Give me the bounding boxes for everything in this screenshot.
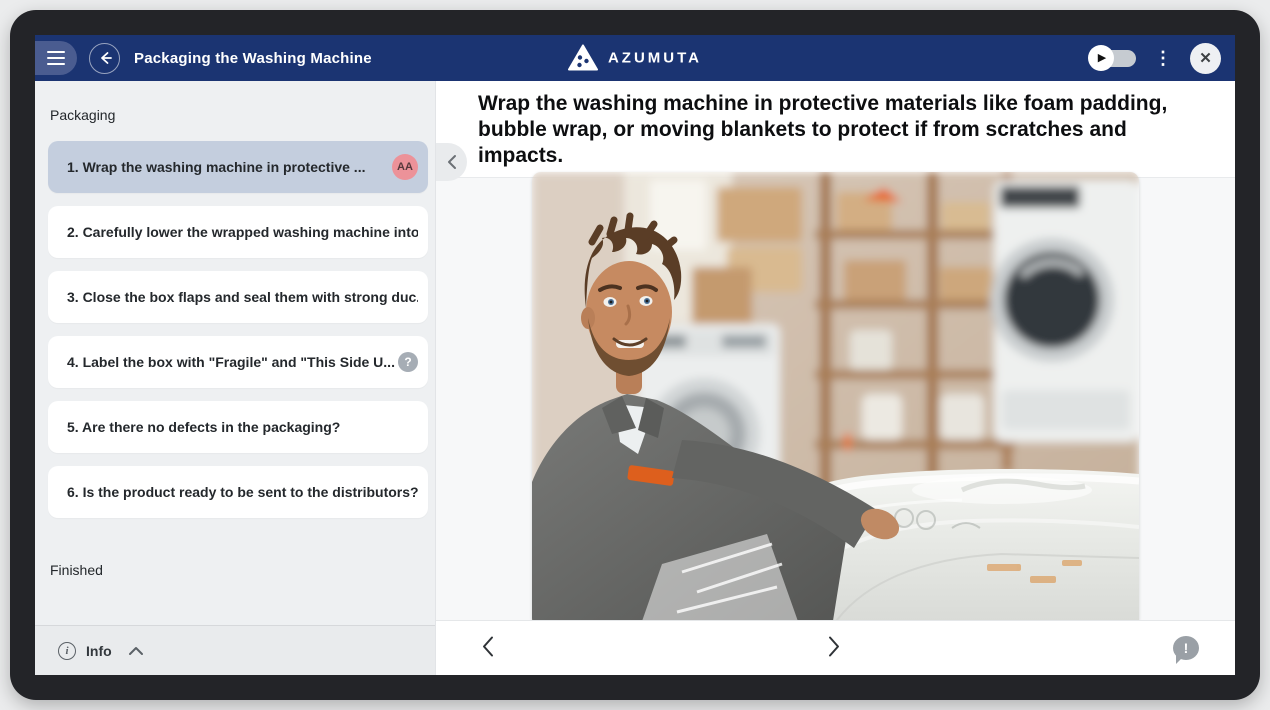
sidebar-item-step-6[interactable]: 6. Is the product ready to be sent to th…	[48, 466, 428, 518]
feedback-button[interactable]: !	[1173, 636, 1199, 660]
step-title-bar: Wrap the washing machine in protective m…	[436, 81, 1235, 178]
kebab-menu-button[interactable]: ⋮	[1152, 45, 1174, 71]
arrow-left-icon	[97, 50, 113, 66]
step-label: 6. Is the product ready to be sent to th…	[67, 484, 418, 500]
info-label: Info	[86, 643, 112, 659]
question-mark-icon: ?	[398, 352, 418, 372]
brand-logo: AZUMUTA	[568, 45, 702, 72]
app-window: Packaging the Washing Machine AZUMUTA ▶ …	[35, 35, 1235, 675]
info-toggle[interactable]: i Info	[35, 625, 435, 675]
section-label-finished: Finished	[35, 531, 435, 578]
step-label: 2. Carefully lower the wrapped washing m…	[67, 224, 418, 240]
chevron-left-icon	[446, 154, 458, 170]
brand-name: AZUMUTA	[608, 50, 702, 67]
close-button[interactable]: ✕	[1190, 43, 1221, 74]
hamburger-menu-button[interactable]	[35, 41, 77, 75]
feedback-bubble-icon: !	[1173, 636, 1199, 660]
play-icon: ▶	[1088, 45, 1114, 71]
sidebar-item-step-2[interactable]: 2. Carefully lower the wrapped washing m…	[48, 206, 428, 258]
azumuta-logo-icon	[568, 45, 598, 72]
chevron-up-icon	[128, 646, 144, 656]
step-nav-bar: !	[436, 620, 1235, 675]
step-label: 5. Are there no defects in the packaging…	[67, 419, 340, 435]
section-label-packaging: Packaging	[35, 81, 435, 141]
page-title: Packaging the Washing Machine	[134, 50, 372, 67]
next-step-button[interactable]	[820, 629, 848, 668]
step-media-area	[436, 178, 1235, 620]
chevron-right-icon	[826, 635, 842, 659]
avatar: AA	[392, 154, 418, 180]
header-actions: ▶ ⋮ ✕	[1088, 43, 1235, 74]
steps-sidebar: Packaging 1. Wrap the washing machine in…	[35, 81, 436, 675]
sidebar-item-step-4[interactable]: 4. Label the box with "Fragile" and "Thi…	[48, 336, 428, 388]
sidebar-item-step-3[interactable]: 3. Close the box flaps and seal them wit…	[48, 271, 428, 323]
app-header: Packaging the Washing Machine AZUMUTA ▶ …	[35, 35, 1235, 81]
step-label: 4. Label the box with "Fragile" and "Thi…	[67, 354, 395, 370]
sidebar-item-step-5[interactable]: 5. Are there no defects in the packaging…	[48, 401, 428, 453]
step-title: Wrap the washing machine in protective m…	[478, 91, 1215, 169]
step-label: 3. Close the box flaps and seal them wit…	[67, 289, 418, 305]
sidebar-item-step-1[interactable]: 1. Wrap the washing machine in protectiv…	[48, 141, 428, 193]
autoplay-toggle[interactable]: ▶	[1088, 45, 1136, 71]
device-frame: Packaging the Washing Machine AZUMUTA ▶ …	[10, 10, 1260, 700]
step-detail-pane: Wrap the washing machine in protective m…	[436, 81, 1235, 675]
info-icon: i	[58, 642, 76, 660]
back-button[interactable]	[89, 43, 120, 74]
step-label: 1. Wrap the washing machine in protectiv…	[67, 159, 365, 175]
previous-step-button[interactable]	[474, 629, 502, 668]
chevron-left-icon	[480, 635, 496, 659]
step-photo[interactable]	[532, 172, 1139, 627]
